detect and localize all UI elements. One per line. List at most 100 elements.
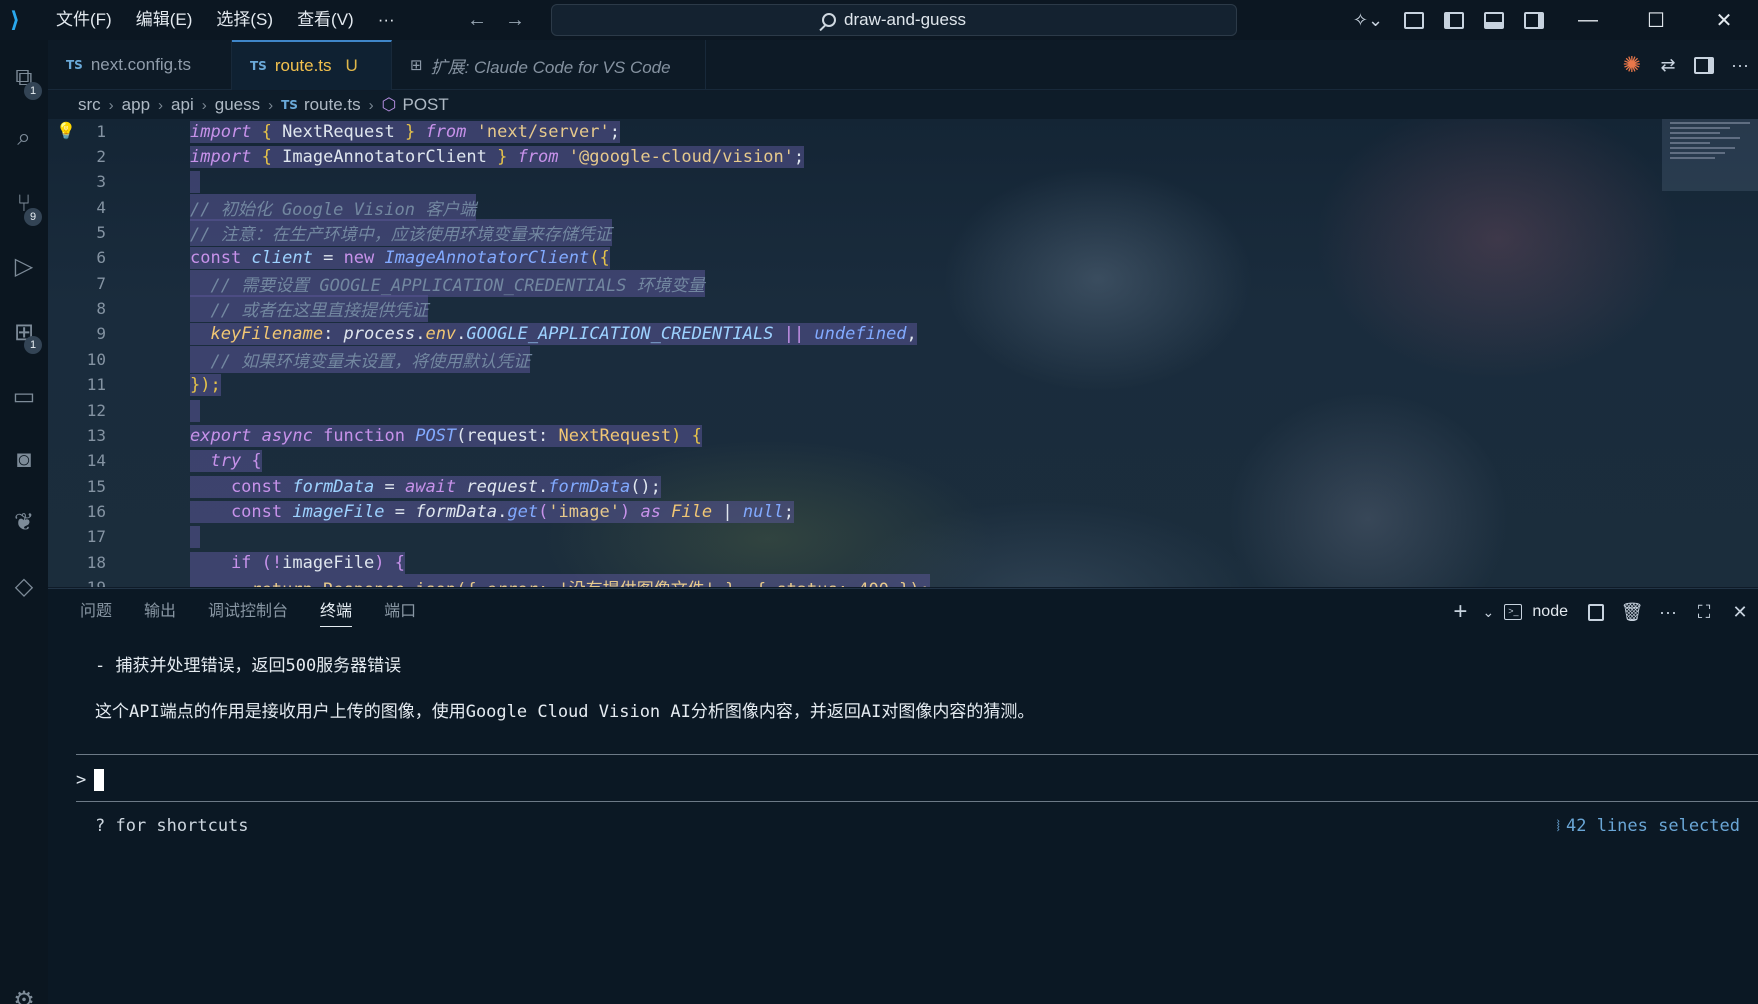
back-arrow-icon[interactable]: ← bbox=[458, 9, 496, 32]
selection-status: ⧘ 42 lines selected bbox=[1556, 816, 1740, 836]
trash-icon[interactable]: 🗑 bbox=[1614, 592, 1650, 632]
untracked-badge: U bbox=[345, 56, 358, 75]
code-line: 12 bbox=[48, 398, 1468, 423]
remote-explorer-icon[interactable]: ▭ bbox=[0, 366, 48, 426]
lightbulb-icon[interactable]: 💡 bbox=[56, 121, 76, 141]
claude-spark-icon[interactable]: ✺ bbox=[1614, 45, 1650, 85]
code-line: 5 // 注意：在生产环境中，应该使用环境变量来存储凭证 bbox=[48, 219, 1468, 246]
command-center-search[interactable]: draw-and-guess bbox=[551, 4, 1237, 36]
line-number: 10 bbox=[86, 350, 106, 369]
tab-output[interactable]: 输出 bbox=[128, 589, 192, 635]
open-changes-icon[interactable]: ⇄ bbox=[1650, 45, 1686, 85]
line-number: 5 bbox=[96, 223, 106, 242]
tab-route-ts[interactable]: TS route.ts U bbox=[232, 40, 392, 90]
extensions-icon[interactable]: ⊞ 1 bbox=[0, 302, 48, 362]
typescript-icon: TS bbox=[281, 98, 298, 112]
close-panel-icon[interactable]: ✕ bbox=[1722, 592, 1758, 632]
tab-next-config[interactable]: TS next.config.ts bbox=[48, 40, 232, 90]
code-text: try { bbox=[190, 449, 262, 472]
code-text: // 初始化 Google Vision 客户端 bbox=[190, 194, 477, 221]
line-number: 16 bbox=[86, 502, 106, 521]
code-line: 17 bbox=[48, 524, 1468, 549]
split-terminal-icon[interactable] bbox=[1578, 592, 1614, 632]
toggle-primary-sidebar-icon[interactable] bbox=[1434, 0, 1474, 40]
code-line: 10 // 如果环境变量未设置，将使用默认凭证 bbox=[48, 346, 1468, 373]
code-text: keyFilename: process.env.GOOGLE_APPLICAT… bbox=[190, 322, 917, 345]
more-actions-icon[interactable]: ··· bbox=[1650, 592, 1686, 632]
copilot-icon[interactable]: ✧⌄ bbox=[1342, 0, 1394, 40]
new-terminal-icon[interactable]: + bbox=[1442, 592, 1478, 632]
minimize-icon[interactable]: — bbox=[1554, 0, 1622, 40]
shortcuts-hint: ? for shortcuts bbox=[95, 816, 249, 836]
menu-more[interactable]: ··· bbox=[366, 0, 407, 40]
more-actions-icon[interactable]: ··· bbox=[1722, 45, 1758, 85]
mongodb-leaf-icon[interactable]: ❦ bbox=[0, 492, 48, 552]
breadcrumb-item[interactable]: app bbox=[122, 95, 150, 115]
breadcrumb-item[interactable]: api bbox=[171, 95, 194, 115]
chevron-right-icon: › bbox=[158, 96, 164, 114]
settings-gear-icon[interactable]: ⚙ bbox=[0, 970, 48, 1004]
activity-bar: ⧉ 1 ⌕ ⑂ 9 ▷ ⊞ 1 ▭ ◙ ❦ ◇ ⚙ bbox=[0, 40, 48, 1004]
editor-tabs: TS next.config.ts TS route.ts U ⊞ 扩展: Cl… bbox=[48, 40, 1758, 90]
code-line: 16 const imageFile = formData.get('image… bbox=[48, 499, 1468, 524]
toggle-panel-icon[interactable] bbox=[1474, 0, 1514, 40]
forward-arrow-icon[interactable]: → bbox=[496, 9, 534, 32]
code-line: 6 const client = new ImageAnnotatorClien… bbox=[48, 245, 1468, 270]
breadcrumb-item[interactable]: guess bbox=[215, 95, 260, 115]
chevron-right-icon: › bbox=[201, 96, 207, 114]
typescript-icon: TS bbox=[66, 58, 83, 72]
code-text bbox=[190, 170, 200, 193]
minimap[interactable] bbox=[1662, 119, 1758, 191]
maximize-panel-icon[interactable]: ⛶ bbox=[1686, 592, 1722, 632]
code-text: import { NextRequest } from 'next/server… bbox=[190, 120, 620, 143]
line-number: 7 bbox=[96, 274, 106, 293]
code-line: 8 // 或者在这里直接提供凭证 bbox=[48, 295, 1468, 322]
divider bbox=[76, 801, 1758, 802]
copilot-chat-icon[interactable]: ◙ bbox=[0, 430, 48, 490]
maximize-icon[interactable]: ☐ bbox=[1622, 0, 1690, 40]
tab-claude-extension[interactable]: ⊞ 扩展: Claude Code for VS Code bbox=[392, 40, 706, 90]
explorer-icon[interactable]: ⧉ 1 bbox=[0, 48, 48, 108]
menu-selection[interactable]: 选择(S) bbox=[204, 0, 285, 40]
line-number: 4 bbox=[96, 198, 106, 217]
run-debug-icon[interactable]: ▷ bbox=[0, 236, 48, 296]
code-line: 14 try { bbox=[48, 448, 1468, 473]
text-cursor bbox=[94, 769, 105, 791]
shell-name[interactable]: node bbox=[1532, 603, 1568, 621]
tab-label: 扩展: Claude Code for VS Code bbox=[430, 57, 671, 77]
breadcrumb-item[interactable]: src bbox=[78, 95, 101, 115]
split-editor-icon[interactable] bbox=[1686, 45, 1722, 85]
customize-layout-icon[interactable] bbox=[1394, 0, 1434, 40]
menu-view[interactable]: 查看(V) bbox=[285, 0, 366, 40]
selection-count: 42 lines selected bbox=[1566, 816, 1740, 836]
tab-ports[interactable]: 端口 bbox=[368, 589, 432, 635]
chevron-right-icon: › bbox=[368, 96, 374, 114]
selection-icon: ⧘ bbox=[1556, 816, 1560, 836]
code-text: return Response.json({ error: '没有提供图像文件'… bbox=[190, 574, 930, 587]
breadcrumb-item[interactable]: POST bbox=[402, 95, 448, 115]
code-text: // 或者在这里直接提供凭证 bbox=[190, 295, 429, 322]
menu-file[interactable]: 文件(F) bbox=[44, 0, 124, 40]
tab-label: route.ts bbox=[274, 56, 332, 75]
line-number: 11 bbox=[86, 375, 106, 394]
tab-terminal[interactable]: 终端 bbox=[304, 589, 368, 635]
tab-debug-console[interactable]: 调试控制台 bbox=[192, 589, 304, 635]
menu-edit[interactable]: 编辑(E) bbox=[124, 0, 205, 40]
terminal-prompt[interactable]: > bbox=[76, 769, 105, 791]
menu-bar: 文件(F) 编辑(E) 选择(S) 查看(V) ··· bbox=[44, 0, 407, 40]
line-number: 3 bbox=[96, 172, 106, 191]
close-window-icon[interactable]: ✕ bbox=[1690, 0, 1758, 40]
chevron-down-icon[interactable]: ⌄ bbox=[1478, 592, 1498, 632]
tab-problems[interactable]: 问题 bbox=[64, 589, 128, 635]
source-control-icon[interactable]: ⑂ 9 bbox=[0, 174, 48, 234]
toggle-secondary-sidebar-icon[interactable] bbox=[1514, 0, 1554, 40]
terminal-shell-icon[interactable]: >_ bbox=[1498, 592, 1528, 632]
code-line: 7 // 需要设置 GOOGLE_APPLICATION_CREDENTIALS… bbox=[48, 270, 1468, 297]
search-sidebar-icon[interactable]: ⌕ bbox=[0, 108, 48, 168]
code-editor[interactable]: 💡 1 import { NextRequest } from 'next/se… bbox=[48, 119, 1758, 587]
line-number: 6 bbox=[96, 248, 106, 267]
explorer-badge: 1 bbox=[24, 82, 42, 100]
breadcrumb-item[interactable]: route.ts bbox=[304, 95, 361, 115]
search-text: draw-and-guess bbox=[844, 10, 966, 29]
gitlens-icon[interactable]: ◇ bbox=[0, 556, 48, 616]
